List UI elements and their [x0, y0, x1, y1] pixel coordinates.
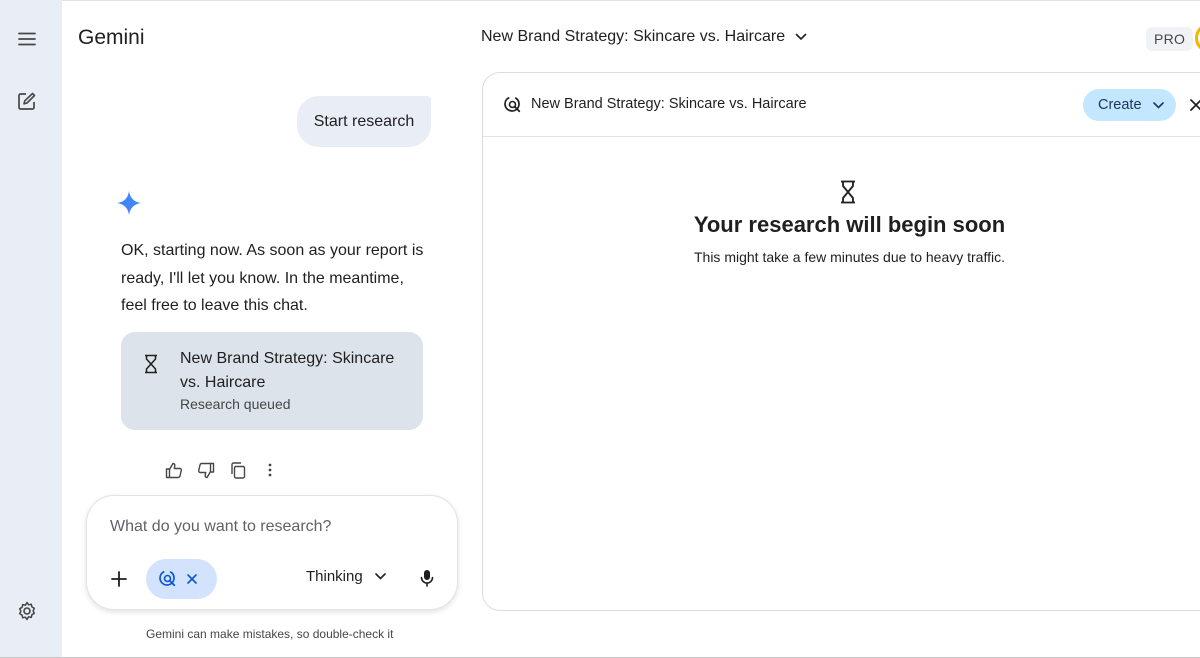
side-rail [0, 0, 62, 658]
user-message: Start research [297, 96, 431, 147]
thumbs-up-icon [165, 462, 182, 478]
app-title: Gemini [78, 26, 145, 49]
chat-title-text: New Brand Strategy: Skincare vs. Haircar… [481, 28, 786, 45]
microphone-button[interactable] [417, 566, 437, 590]
deep-research-icon [159, 570, 176, 587]
menu-icon [18, 32, 36, 46]
research-panel: New Brand Strategy: Skincare vs. Haircar… [482, 72, 1200, 611]
settings-icon [18, 601, 36, 621]
mode-selector[interactable]: Thinking [306, 568, 386, 585]
remove-chip-button[interactable] [184, 571, 200, 587]
research-state-subtitle: This might take a few minutes due to hea… [693, 249, 1005, 265]
menu-button[interactable] [12, 24, 42, 54]
settings-button[interactable] [12, 596, 42, 626]
copy-button[interactable] [226, 458, 249, 482]
chat-title-dropdown[interactable]: New Brand Strategy: Skincare vs. Haircar… [481, 28, 807, 46]
avatar[interactable] [1195, 23, 1200, 53]
assistant-reply: OK, starting now. As soon as your report… [121, 242, 424, 314]
panel-title: New Brand Strategy: Skincare vs. Haircar… [531, 96, 807, 112]
top-divider [62, 0, 1200, 3]
chevron-down-icon [795, 33, 807, 41]
gemini-spark-icon [117, 191, 141, 215]
plus-icon [111, 571, 127, 587]
hourglass-icon [841, 180, 855, 204]
close-icon [1190, 99, 1200, 111]
thumbs-down-icon [197, 462, 214, 478]
mode-label: Thinking [306, 568, 363, 585]
more-options-button[interactable] [258, 458, 281, 482]
research-prompt-input[interactable] [110, 518, 430, 536]
microphone-icon [420, 570, 434, 587]
add-button[interactable] [107, 567, 131, 591]
research-state-title: Your research will begin soon [693, 212, 1006, 237]
copy-icon [230, 461, 245, 479]
new-chat-button[interactable] [12, 86, 42, 116]
create-button-label: Create [1098, 97, 1142, 113]
pro-badge: PRO [1146, 27, 1194, 51]
response-actions [162, 458, 281, 482]
thumbs-down-button[interactable] [194, 458, 217, 482]
composer: Thinking [86, 495, 458, 610]
deep-research-chip[interactable] [146, 559, 217, 599]
deep-research-icon [504, 96, 521, 113]
research-card[interactable]: New Brand Strategy: Skincare vs. Haircar… [121, 332, 423, 430]
research-card-status: Research queued [180, 396, 291, 412]
more-vert-icon [268, 463, 271, 477]
disclaimer: Gemini can make mistakes, so double-chec… [146, 627, 394, 641]
create-button[interactable]: Create [1083, 89, 1176, 121]
thumbs-up-button[interactable] [162, 458, 185, 482]
close-icon [187, 574, 197, 584]
close-panel-button[interactable] [1186, 95, 1200, 115]
chevron-down-icon [1152, 101, 1164, 109]
hourglass-icon [145, 354, 157, 374]
research-card-title: New Brand Strategy: Skincare vs. Haircar… [180, 350, 395, 391]
chevron-down-icon [374, 573, 386, 580]
panel-header: New Brand Strategy: Skincare vs. Haircar… [483, 73, 1200, 137]
new-chat-icon [18, 92, 36, 110]
